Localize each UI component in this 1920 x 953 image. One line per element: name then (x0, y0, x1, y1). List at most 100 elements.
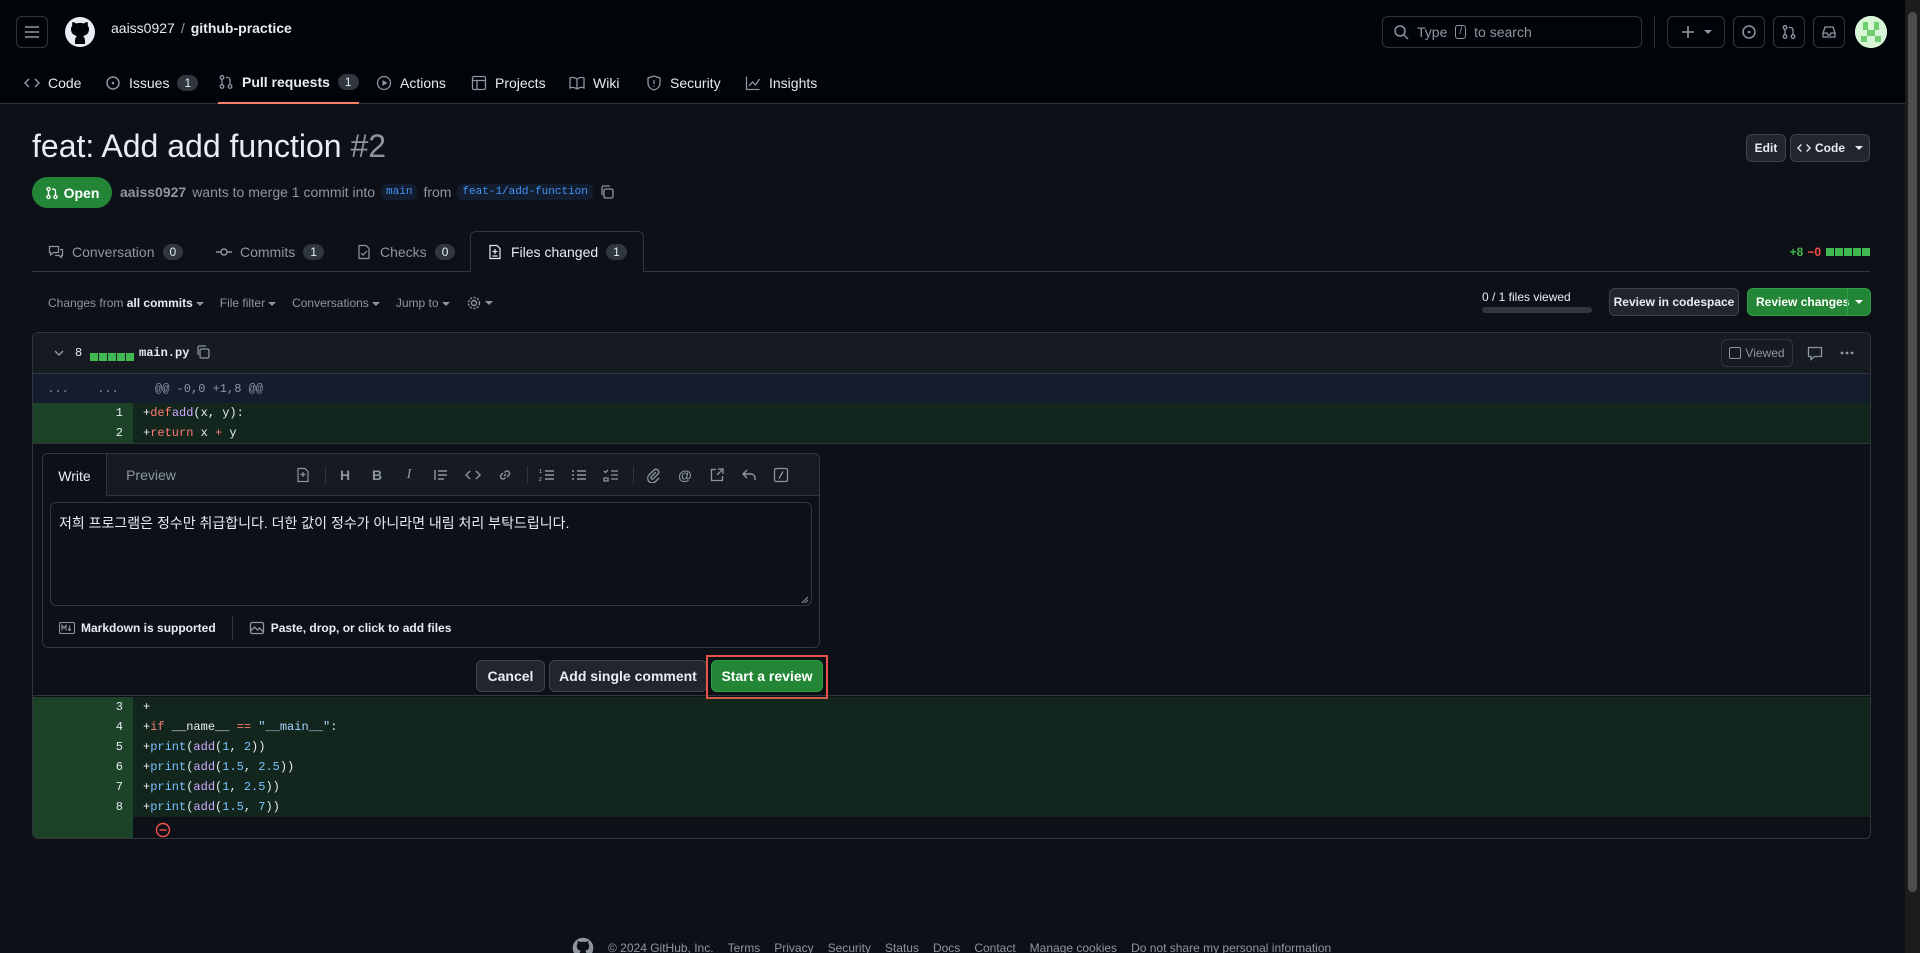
repo-name-link[interactable]: github-practice (191, 20, 292, 36)
code-icon (1797, 141, 1811, 155)
viewed-checkbox[interactable]: Viewed (1721, 339, 1793, 367)
kebab-horizontal-icon[interactable] (1839, 345, 1855, 361)
conversations-dropdown[interactable]: Conversations (292, 296, 380, 310)
scrollbar-thumb[interactable] (1908, 12, 1917, 892)
italic-icon[interactable]: I (401, 467, 417, 483)
footer-link-terms[interactable]: Terms (728, 941, 761, 953)
scrollbar[interactable] (1905, 0, 1920, 953)
line-number[interactable]: 2 (33, 423, 133, 443)
code-function-name: add (193, 760, 216, 774)
paperclip-icon[interactable] (645, 467, 661, 483)
file-filter-label: File filter (219, 296, 266, 310)
tab-preview[interactable]: Preview (107, 454, 195, 496)
line-number[interactable]: 1 (33, 403, 133, 423)
tab-code[interactable]: Code (24, 62, 81, 104)
line-number[interactable]: 4 (33, 717, 133, 737)
tab-projects[interactable]: Projects (471, 62, 546, 104)
chevron-down-icon[interactable] (53, 347, 65, 359)
footer-link-status[interactable]: Status (885, 941, 919, 953)
code-number: 7 (258, 800, 266, 814)
attach-files-button[interactable]: Paste, drop, or click to add files (233, 620, 451, 636)
line-number[interactable]: 7 (33, 777, 133, 797)
issues-icon[interactable] (1733, 16, 1765, 48)
footer-link-manage-cookies[interactable]: Manage cookies (1030, 941, 1117, 953)
start-review-button[interactable]: Start a review (711, 660, 823, 692)
line-number[interactable]: 6 (33, 757, 133, 777)
repo-owner-link[interactable]: aaiss0927 (111, 20, 175, 36)
checklist-icon (356, 244, 372, 260)
tab-actions[interactable]: Actions (376, 62, 446, 104)
cross-reference-icon[interactable] (709, 467, 725, 483)
comment-textarea[interactable]: 저희 프로그램은 정수만 취급합니다. 더한 값이 정수가 아니라면 내림 처리… (50, 502, 812, 606)
tab-insights[interactable]: Insights (745, 62, 817, 104)
comment-icon[interactable] (1807, 345, 1823, 361)
tab-security[interactable]: Security (646, 62, 721, 104)
copy-icon[interactable] (599, 184, 615, 200)
changes-from-label: Changes from (48, 296, 124, 310)
link-icon[interactable] (497, 467, 513, 483)
tab-pull-requests[interactable]: Pull requests 1 (218, 62, 359, 104)
base-branch[interactable]: main (381, 184, 418, 200)
markdown-help-link[interactable]: Markdown is supported (43, 621, 216, 635)
search-input[interactable]: Type / to search (1382, 16, 1642, 48)
cancel-button[interactable]: Cancel (476, 660, 545, 692)
footer-link-security[interactable]: Security (828, 941, 871, 953)
review-in-codespace-button[interactable]: Review in codespace (1609, 288, 1739, 316)
hunk-expand-right[interactable]: ... (83, 382, 133, 396)
gear-icon[interactable] (466, 295, 493, 311)
author-link[interactable]: aaiss0927 (120, 184, 186, 200)
jump-to-dropdown[interactable]: Jump to (396, 296, 450, 310)
resize-handle-icon[interactable] (801, 596, 809, 604)
slash-commands-icon[interactable] (773, 467, 789, 483)
ordered-list-icon[interactable]: 12 (539, 467, 555, 483)
mention-icon[interactable]: @ (677, 467, 693, 483)
file-filter-dropdown[interactable]: File filter (219, 296, 277, 310)
menu-icon[interactable] (16, 16, 48, 48)
code-keyword: if (150, 720, 165, 734)
all-commits-label: all commits (126, 296, 193, 310)
table-row: 3 + (33, 697, 1870, 717)
tab-write[interactable]: Write (43, 454, 107, 497)
tab-checks[interactable]: Checks 0 (340, 231, 471, 272)
file-name[interactable]: main.py (139, 346, 189, 360)
reply-icon[interactable] (741, 467, 757, 483)
pull-requests-icon[interactable] (1773, 16, 1805, 48)
edit-title-button[interactable]: Edit (1746, 134, 1786, 162)
inbox-icon[interactable] (1813, 16, 1845, 48)
tab-issues[interactable]: Issues 1 (105, 62, 199, 104)
changes-from-dropdown[interactable]: Changes from all commits (48, 296, 204, 310)
heading-icon[interactable]: H (337, 467, 353, 483)
github-logo-icon[interactable] (64, 16, 96, 48)
tab-commits[interactable]: Commits 1 (200, 231, 340, 272)
head-branch[interactable]: feat-1/add-function (457, 184, 593, 200)
unordered-list-icon[interactable] (571, 467, 587, 483)
code-icon[interactable] (465, 467, 481, 483)
code-icon (24, 75, 40, 91)
footer-link-privacy[interactable]: Privacy (774, 941, 813, 953)
file-change-count: 8 (75, 346, 83, 360)
line-number[interactable]: 8 (33, 797, 133, 817)
add-single-comment-button[interactable]: Add single comment (549, 660, 707, 692)
copy-icon[interactable] (195, 344, 211, 360)
create-new-button[interactable] (1667, 16, 1725, 48)
code-content: + if __name__ == "__main__": (133, 717, 1870, 737)
tab-wiki[interactable]: Wiki (569, 62, 619, 104)
task-list-icon[interactable] (603, 467, 619, 483)
footer-link-contact[interactable]: Contact (974, 941, 1015, 953)
review-changes-button[interactable]: Review changes (1747, 288, 1871, 316)
pr-number: #2 (350, 128, 387, 164)
avatar[interactable] (1855, 16, 1887, 48)
bold-icon[interactable]: B (369, 467, 385, 483)
tab-conversation[interactable]: Conversation 0 (32, 231, 199, 272)
toolbar-divider (527, 466, 528, 484)
line-number[interactable]: 5 (33, 737, 133, 757)
tab-files-changed[interactable]: Files changed 1 (470, 231, 644, 273)
hunk-expand-left[interactable]: ... (33, 382, 83, 396)
template-icon[interactable] (295, 467, 311, 483)
line-number[interactable]: 3 (33, 697, 133, 717)
diff-marker: + (143, 800, 151, 814)
code-dropdown-button[interactable]: Code (1790, 134, 1870, 162)
quote-icon[interactable] (433, 467, 449, 483)
footer-link-docs[interactable]: Docs (933, 941, 960, 953)
footer-link-do-not-share[interactable]: Do not share my personal information (1131, 941, 1331, 953)
